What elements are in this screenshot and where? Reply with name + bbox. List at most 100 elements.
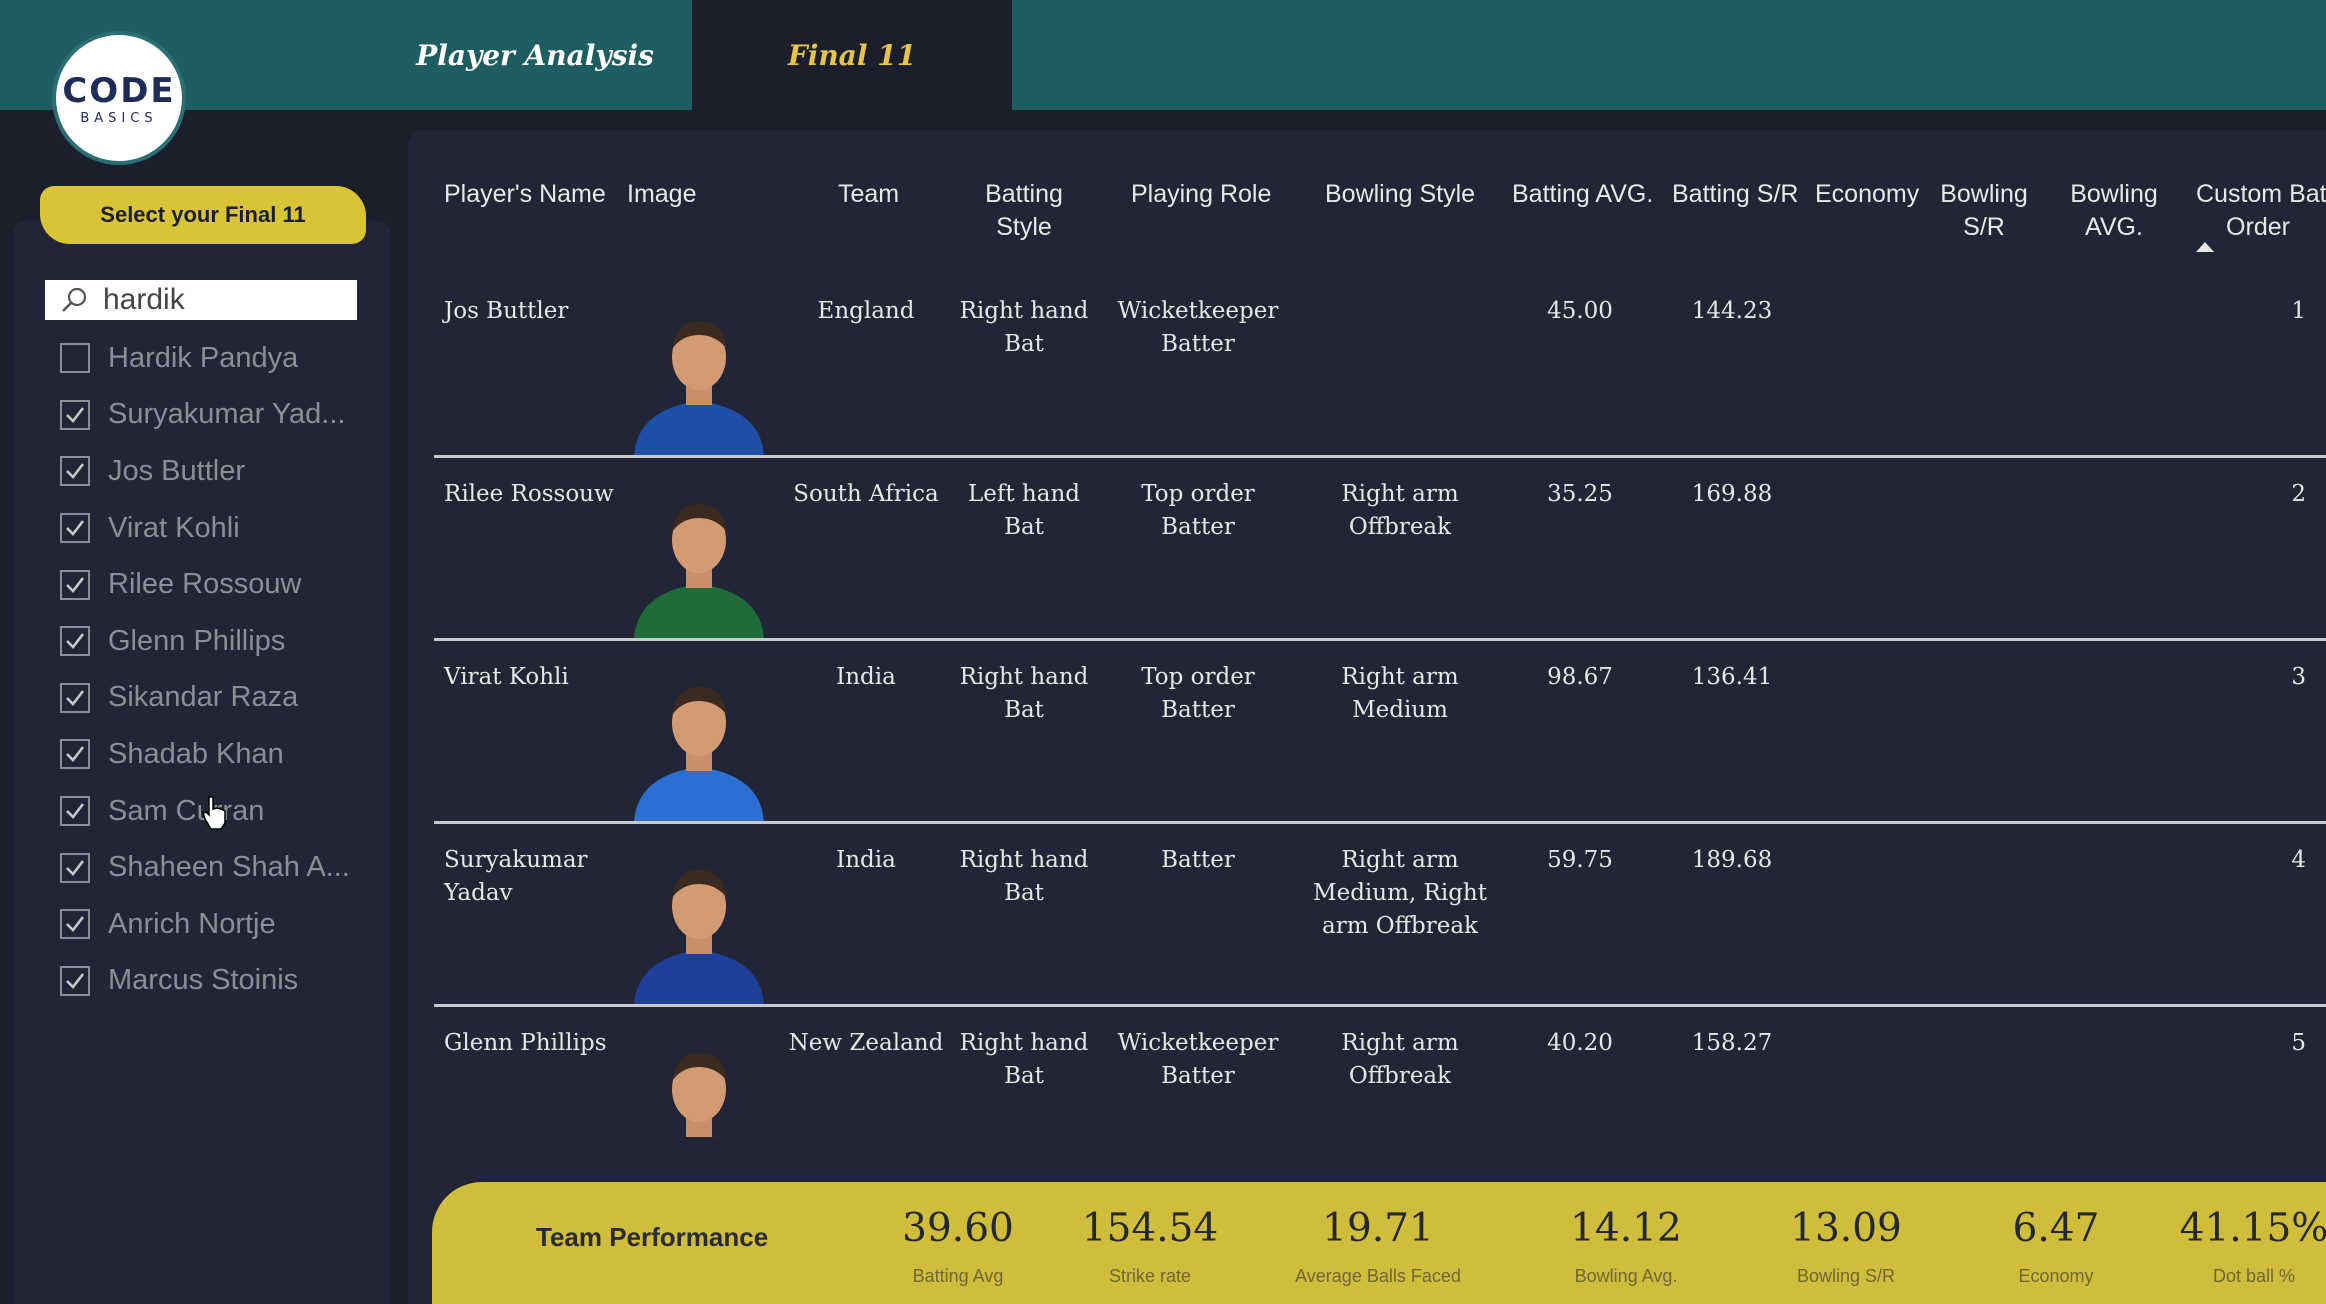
tab-player-analysis[interactable]: Player Analysis: [380, 0, 690, 110]
cell-bowling_style-line: Right arm: [1341, 847, 1459, 873]
tab-final-11[interactable]: Final 11: [692, 0, 1012, 110]
checkbox[interactable]: [60, 513, 90, 544]
cell-batting_style-line: Bat: [1004, 697, 1044, 723]
kpi-value: 39.60: [902, 1206, 1014, 1251]
kpi-label: Economy: [2018, 1266, 2094, 1286]
cell-role: Batter: [1100, 844, 1296, 877]
checkbox[interactable]: [60, 343, 90, 374]
header-player-name[interactable]: Player's Name: [444, 178, 606, 211]
search-input[interactable]: [103, 283, 353, 317]
checkbox[interactable]: [60, 739, 90, 770]
cell-name: Virat Kohli: [444, 661, 614, 694]
cell-bat_sr: 169.88: [1691, 481, 1773, 507]
row-divider: [434, 455, 2326, 458]
header-bowling-sr[interactable]: Bowling S/R: [1934, 178, 2034, 244]
kpi-label: Average Balls Faced: [1295, 1266, 1461, 1286]
cell-bowling_style-line: Right arm: [1341, 664, 1459, 690]
player-checkbox-label: Sikandar Raza: [108, 681, 299, 714]
select-final-11-button[interactable]: Select your Final 11: [40, 186, 366, 244]
cell-bat_sr: 144.23: [1691, 298, 1773, 324]
cell-role: Wicketkeeper Batter: [1100, 295, 1296, 361]
player-checkbox-item[interactable]: Anrich Nortje: [60, 896, 380, 953]
cell-role-line: Wicketkeeper: [1117, 298, 1279, 324]
player-checkbox-label: Marcus Stoinis: [108, 964, 299, 997]
kpi-value: 19.71: [1322, 1206, 1434, 1251]
sort-ascending-icon[interactable]: [2196, 242, 2214, 252]
cell-order: 5: [2291, 1030, 2306, 1056]
player-checkbox-item[interactable]: Glenn Phillips: [60, 613, 380, 670]
checkbox[interactable]: [60, 569, 90, 600]
player-checkbox-label: Shaheen Shah A...: [108, 851, 350, 884]
cell-bat_sr: 189.68: [1691, 847, 1773, 873]
player-checkbox-item[interactable]: Jos Buttler: [60, 443, 380, 500]
player-checkbox-item[interactable]: Suryakumar Yad...: [60, 387, 380, 444]
player-photo: [624, 1037, 774, 1137]
checkbox[interactable]: [60, 626, 90, 657]
checkmark-icon: [66, 973, 85, 989]
kpi-label: Batting Avg: [912, 1266, 1004, 1286]
checkbox[interactable]: [60, 456, 90, 487]
cell-team: England: [817, 298, 915, 324]
cell-name-line: Virat Kohli: [444, 664, 569, 690]
checkbox[interactable]: [60, 682, 90, 713]
header-batting-avg[interactable]: Batting AVG.: [1512, 178, 1653, 211]
kpi-label: Strike rate: [1108, 1266, 1192, 1286]
header-playing-role[interactable]: Playing Role: [1131, 178, 1271, 211]
cell-name-line: Suryakumar: [444, 847, 588, 873]
cell-role: Wicketkeeper Batter: [1100, 1027, 1296, 1093]
cell-name-line: Yadav: [444, 880, 513, 906]
kpi-value: 154.54: [1081, 1206, 1219, 1251]
checkbox[interactable]: [60, 796, 90, 827]
cell-order: 3: [2291, 664, 2306, 690]
checkbox[interactable]: [60, 399, 90, 430]
cell-bat_avg: 59.75: [1547, 847, 1613, 873]
header-batting-style[interactable]: Batting Style: [964, 178, 1084, 244]
player-checkbox-item[interactable]: Virat Kohli: [60, 500, 380, 557]
checkmark-icon: [66, 520, 85, 537]
cell-role-line: Batter: [1161, 514, 1235, 540]
header-economy[interactable]: Economy: [1815, 178, 1919, 211]
cell-role-line: Top order: [1141, 664, 1255, 690]
player-checkbox-item[interactable]: Shaheen Shah A...: [60, 839, 380, 896]
header-team[interactable]: Team: [838, 178, 899, 211]
cell-team: New Zealand: [788, 1030, 944, 1056]
checkmark-icon: [66, 859, 85, 876]
cell-team: India: [836, 664, 896, 690]
header-custom-bat-order-line1: Custom Bat: [2196, 180, 2326, 208]
player-checkbox-item[interactable]: Rilee Rossouw: [60, 556, 380, 613]
player-checkbox-item[interactable]: Shadab Khan: [60, 726, 380, 783]
cell-name-line: Rilee Rossouw: [444, 481, 614, 507]
header-bowling-avg[interactable]: Bowling AVG.: [2064, 178, 2164, 244]
player-checkbox-item[interactable]: Marcus Stoinis: [60, 953, 380, 1010]
cell-role-line: Wicketkeeper: [1117, 1030, 1279, 1056]
player-checkbox-item[interactable]: Hardik Pandya: [60, 330, 380, 387]
header-image[interactable]: Image: [627, 178, 696, 211]
cell-role-line: Top order: [1141, 481, 1255, 507]
header-bowling-style[interactable]: Bowling Style: [1325, 178, 1475, 211]
player-checkbox-label: Sam Curran: [108, 794, 265, 827]
player-checkbox-label: Shadab Khan: [108, 737, 284, 770]
cell-bat_avg: 35.25: [1547, 481, 1613, 507]
cell-batting_style: Right hand Bat: [954, 1027, 1094, 1093]
cell-bowling_style-line: arm Offbreak: [1321, 913, 1478, 939]
search-box[interactable]: [45, 280, 357, 320]
cell-name: Rilee Rossouw: [444, 478, 614, 511]
cell-bowling_style: Right arm Medium, Right arm Offbreak: [1300, 844, 1500, 943]
checkbox[interactable]: [60, 965, 90, 996]
cell-name-line: Jos Buttler: [444, 298, 569, 324]
player-checkbox-label: Suryakumar Yad...: [108, 398, 346, 431]
search-icon: [62, 287, 87, 312]
checkmark-icon: [66, 746, 85, 763]
player-checkbox-label: Hardik Pandya: [108, 341, 299, 374]
header-batting-sr[interactable]: Batting S/R: [1672, 178, 1798, 211]
kpi-value: 14.12: [1570, 1206, 1682, 1251]
player-avatar-icon: [634, 870, 764, 1004]
logo-main-text: CODE: [62, 70, 176, 111]
cell-batting_style-line: Right hand: [959, 664, 1089, 690]
checkbox[interactable]: [60, 852, 90, 883]
header-custom-bat-order[interactable]: Custom Bat Order: [2190, 178, 2326, 244]
player-checkbox-item[interactable]: Sikandar Raza: [60, 670, 380, 727]
header-bowling-avg-line1: Bowling: [2070, 180, 2158, 208]
top-bar: [0, 0, 2326, 110]
checkbox[interactable]: [60, 909, 90, 940]
